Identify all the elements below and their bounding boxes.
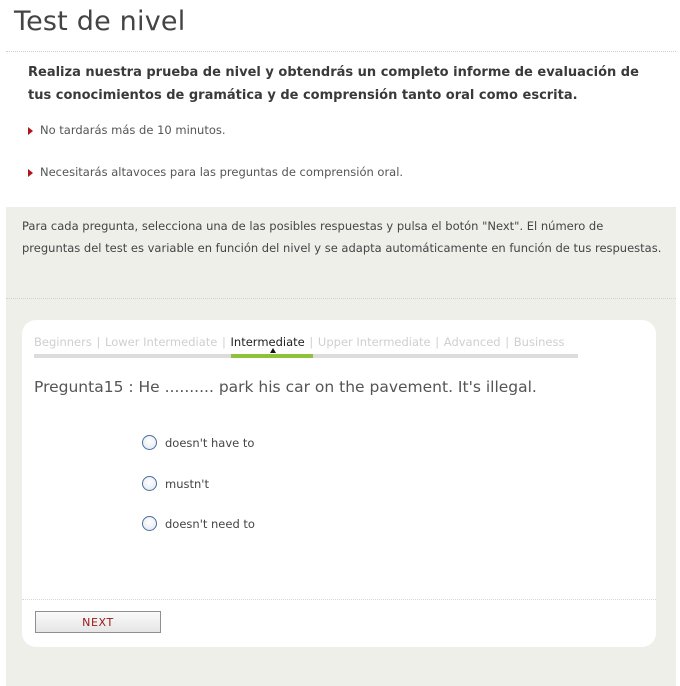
- page-title: Test de nivel: [14, 6, 186, 37]
- instructions-text: Para cada pregunta, selecciona una de la…: [22, 219, 662, 255]
- bullet-duration-text: No tardarás más de 10 minutos.: [40, 123, 226, 137]
- level-business: Business: [513, 335, 565, 349]
- quiz-card: Beginners | Lower Intermediate | Interme…: [22, 320, 656, 647]
- level-intermediate: Intermediate: [230, 335, 305, 349]
- answer-option-label[interactable]: mustn't: [165, 477, 209, 491]
- radio-button[interactable]: [142, 516, 157, 531]
- level-lower-intermediate: Lower Intermediate: [105, 335, 218, 349]
- level-separator: |: [435, 335, 440, 349]
- level-separator: |: [96, 335, 101, 349]
- level-separator: |: [505, 335, 510, 349]
- intro-text: Realiza nuestra prueba de nivel y obtend…: [28, 65, 639, 103]
- level-separator: |: [309, 335, 314, 349]
- level-separator: |: [222, 335, 226, 349]
- radio-button[interactable]: [142, 435, 157, 450]
- question-text: Pregunta15 : He .......... park his car …: [34, 378, 537, 396]
- level-beginners: Beginners: [34, 335, 92, 349]
- answer-option-label[interactable]: doesn't have to: [165, 436, 254, 450]
- bullet-arrow-icon: [28, 127, 33, 135]
- level-advanced: Advanced: [443, 335, 501, 349]
- level-progress-fill: [231, 354, 313, 358]
- bullet-speakers-text: Necesitarás altavoces para las preguntas…: [40, 165, 404, 179]
- level-progress-track: [34, 348, 578, 358]
- bullet-arrow-icon: [28, 169, 33, 177]
- next-button[interactable]: NEXT: [35, 611, 161, 633]
- level-caret-icon: [270, 348, 276, 353]
- radio-button[interactable]: [142, 476, 157, 491]
- level-upper-intermediate: Upper Intermediate: [317, 335, 431, 349]
- instructions-panel: Para cada pregunta, selecciona una de la…: [6, 207, 676, 686]
- panel-divider: [6, 298, 676, 299]
- bullet-speakers: Necesitarás altavoces para las preguntas…: [28, 165, 403, 179]
- answer-option-label[interactable]: doesn't need to: [165, 517, 255, 531]
- level-breadcrumb: Beginners | Lower Intermediate | Interme…: [34, 335, 565, 349]
- title-divider: [6, 51, 676, 52]
- bullet-duration: No tardarás más de 10 minutos.: [28, 123, 226, 137]
- card-divider: [22, 599, 656, 600]
